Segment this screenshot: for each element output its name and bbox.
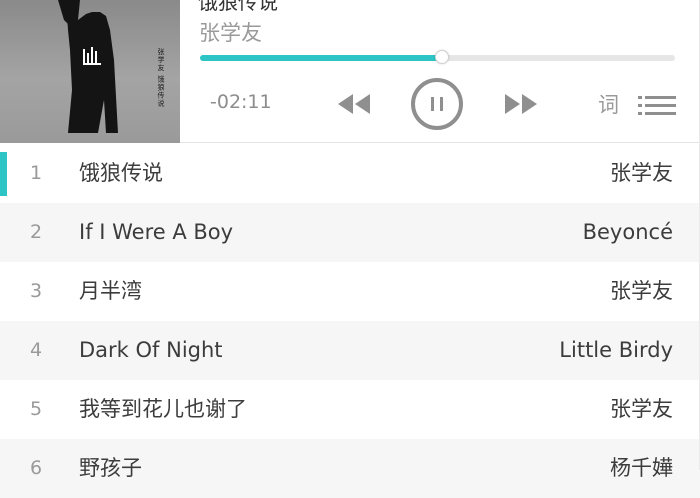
- track-row[interactable]: 4 Dark Of Night Little Birdy: [0, 321, 700, 380]
- progress-handle[interactable]: [435, 50, 450, 64]
- track-artist: Little Birdy: [559, 338, 673, 362]
- album-cover: 张学友 饿狼传说: [0, 0, 180, 143]
- now-playing-artist[interactable]: 张学友: [199, 17, 262, 47]
- time-remaining: -02:11: [210, 91, 272, 113]
- rewind-icon[interactable]: [336, 92, 372, 116]
- lyrics-button[interactable]: 词: [598, 89, 619, 119]
- fast-forward-icon[interactable]: [503, 92, 539, 116]
- pause-icon[interactable]: [409, 77, 465, 131]
- album-cover-figure: [58, 0, 118, 133]
- track-title: 野孩子: [79, 456, 142, 480]
- track-title: 饿狼传说: [79, 161, 163, 185]
- player-header: 张学友 饿狼传说 饿狼传说 张学友 -02:11 词: [0, 0, 700, 143]
- track-artist: Beyoncé: [582, 220, 673, 244]
- track-title: Dark Of Night: [79, 338, 223, 362]
- track-number: 5: [29, 398, 43, 420]
- track-title: 月半湾: [79, 279, 142, 303]
- track-artist: 张学友: [610, 279, 673, 303]
- track-artist: 杨千嬅: [610, 456, 673, 480]
- track-row[interactable]: 3 月半湾 张学友: [0, 262, 700, 321]
- track-artist: 张学友: [610, 397, 673, 421]
- now-playing-title: 饿狼传说: [198, 0, 278, 14]
- track-row[interactable]: 5 我等到花儿也谢了 张学友: [0, 380, 700, 439]
- track-artist: 张学友: [610, 161, 673, 185]
- track-list: 1 饿狼传说 张学友 2 If I Were A Boy Beyoncé 3 月半湾 张学友 4 D…: [0, 144, 700, 498]
- track-number: 4: [29, 339, 43, 361]
- album-brand-logo: [83, 47, 101, 65]
- track-number: 2: [29, 221, 43, 243]
- track-row[interactable]: 1 饿狼传说 张学友: [0, 144, 700, 203]
- track-number: 1: [29, 162, 43, 184]
- progress-bar[interactable]: [200, 50, 675, 64]
- track-title: If I Were A Boy: [79, 220, 234, 244]
- track-number: 3: [29, 280, 43, 302]
- track-row[interactable]: 6 野孩子 杨千嬅: [0, 439, 700, 498]
- progress-fill: [200, 55, 443, 61]
- album-cover-text: 张学友 饿狼传说: [157, 48, 165, 108]
- track-title: 我等到花儿也谢了: [79, 397, 247, 421]
- list-icon[interactable]: [638, 95, 676, 115]
- track-row[interactable]: 2 If I Were A Boy Beyoncé: [0, 203, 700, 262]
- track-number: 6: [29, 457, 43, 479]
